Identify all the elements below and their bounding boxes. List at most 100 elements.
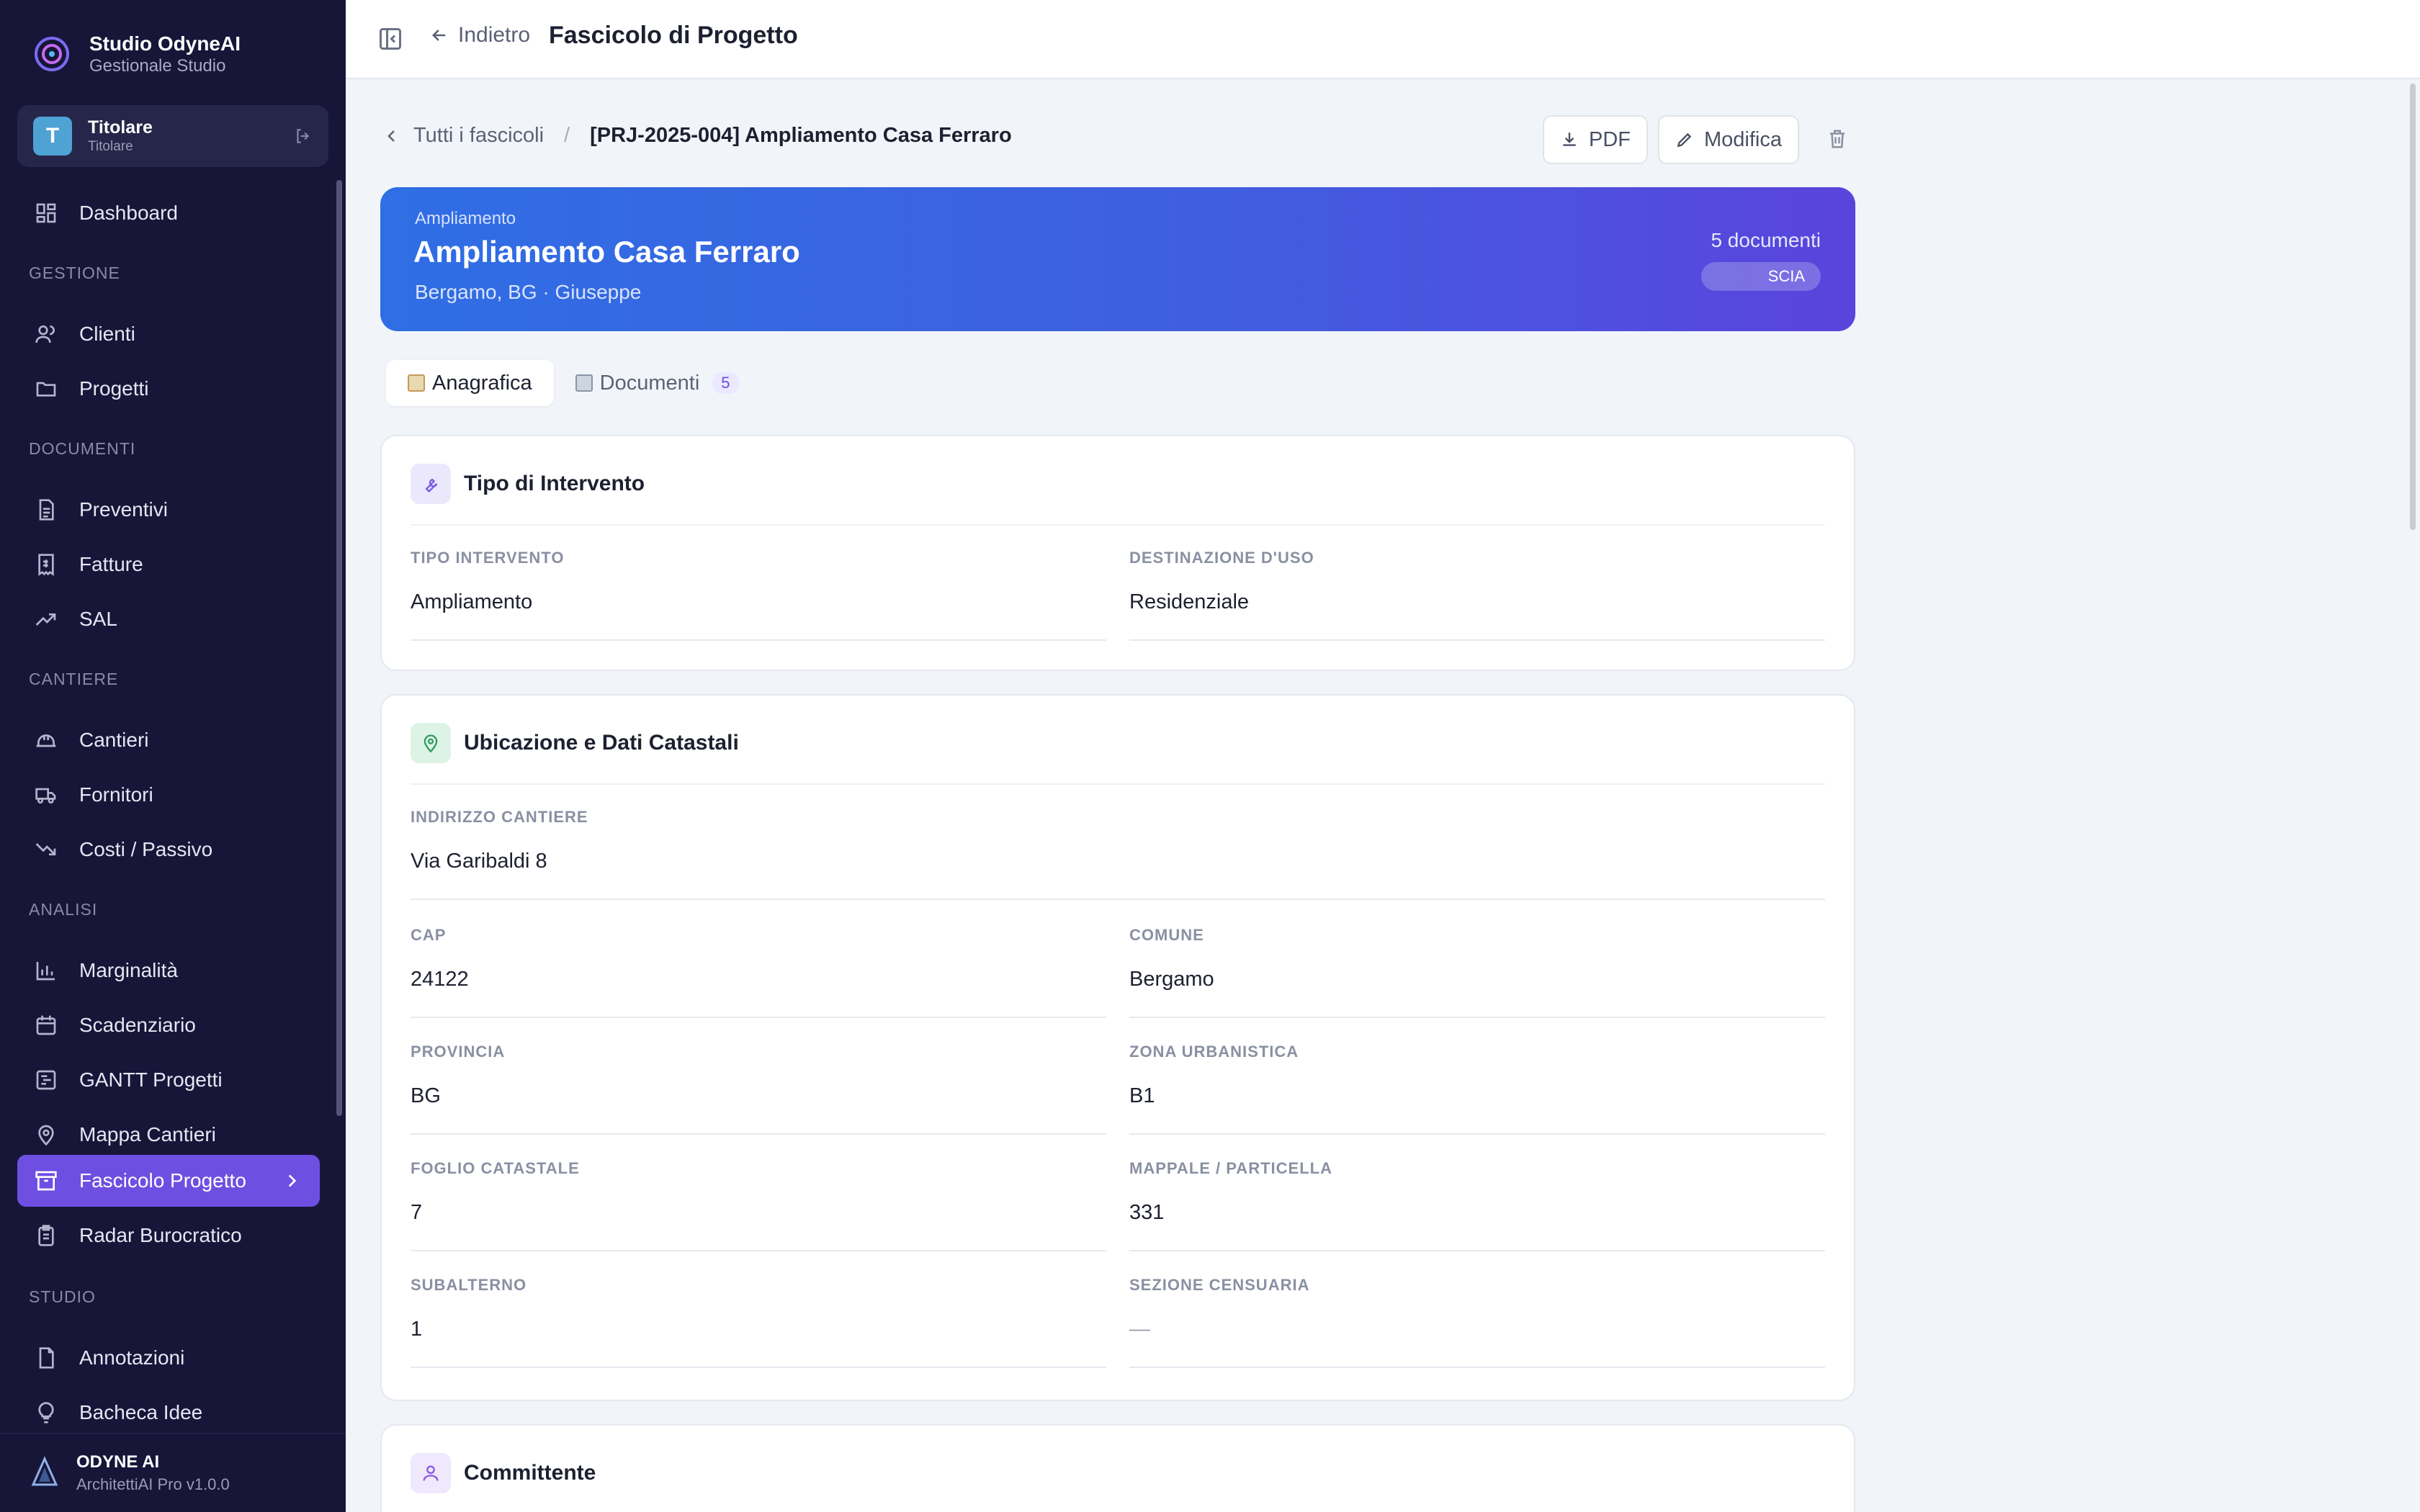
sidebar-scrollbar[interactable] <box>336 180 342 1116</box>
trash-icon[interactable] <box>1827 127 1848 151</box>
project-title: Ampliamento Casa Ferraro <box>413 235 800 269</box>
sidebar-item-progetti[interactable]: Progetti <box>17 363 320 415</box>
sidebar-item-preventivi[interactable]: Preventivi <box>17 484 320 536</box>
logout-icon[interactable] <box>294 127 313 145</box>
odyne-logo-icon <box>31 1455 58 1485</box>
tab-anagrafica[interactable]: Anagrafica <box>386 360 554 406</box>
sidebar-item-label: Preventivi <box>79 498 168 521</box>
field-provincia: PROVINCIA BG <box>411 1043 1106 1135</box>
sidebar-item-label: Progetti <box>79 377 149 400</box>
project-type: Ampliamento <box>415 209 516 228</box>
sidebar-item-label: Cantieri <box>79 729 149 751</box>
users-icon <box>35 325 55 343</box>
sidebar: Studio OdyneAI Gestionale Studio T Titol… <box>0 0 346 1512</box>
sidebar-item-fatture[interactable]: Fatture <box>17 539 320 590</box>
tab-documenti[interactable]: Documenti 5 <box>554 360 761 406</box>
back-button[interactable]: Indietro <box>429 23 530 48</box>
field-comune: COMUNE Bergamo <box>1129 926 1825 1018</box>
file-icon <box>39 1347 54 1369</box>
section-studio: STUDIO <box>29 1287 96 1306</box>
trending-up-icon <box>35 613 56 626</box>
field-subalterno: SUBALTERNO 1 <box>411 1276 1106 1368</box>
pencil-icon <box>1677 132 1692 148</box>
field-cap: CAP 24122 <box>411 926 1106 1018</box>
user-card[interactable]: T Titolare Titolare <box>17 105 328 167</box>
brand: Studio OdyneAI Gestionale Studio <box>33 32 241 76</box>
section-documenti: DOCUMENTI <box>29 439 136 458</box>
sidebar-item-gantt[interactable]: GANTT Progetti <box>17 1054 320 1106</box>
tab-label: Documenti <box>599 371 700 395</box>
edit-label: Modifica <box>1704 127 1782 151</box>
sidebar-item-fascicolo[interactable]: Fascicolo Progetto <box>17 1155 320 1207</box>
sidebar-item-label: Radar Burocratico <box>79 1224 242 1246</box>
sidebar-item-label: Mappa Cantieri <box>79 1123 216 1146</box>
section-gestione: GESTIONE <box>29 264 120 282</box>
sidebar-item-label: Dashboard <box>79 202 178 224</box>
sidebar-item-clienti[interactable]: Clienti <box>17 308 320 360</box>
footer-version: ArchitettiAI Pro v1.0.0 <box>76 1475 230 1493</box>
content-scrollbar[interactable] <box>2410 84 2416 530</box>
avatar: T <box>33 117 72 156</box>
sidebar-item-costi[interactable]: Costi / Passivo <box>17 824 320 876</box>
sidebar-item-cantieri[interactable]: Cantieri <box>17 714 320 766</box>
chevron-left-icon <box>387 130 395 142</box>
field-indirizzo: INDIRIZZO CANTIERE Via Garibaldi 8 <box>411 808 1825 900</box>
field-value: Ampliamento <box>411 590 533 613</box>
committente-card: Committente <box>380 1424 1855 1512</box>
map-pin-icon <box>411 723 451 763</box>
breadcrumb-current: [PRJ-2025-004] Ampliamento Casa Ferraro <box>590 124 1012 147</box>
field-tipo-intervento: TIPO INTERVENTO Ampliamento <box>411 549 1106 641</box>
sidebar-item-label: GANTT Progetti <box>79 1068 223 1091</box>
field-value: 7 <box>411 1201 423 1224</box>
user-role: Titolare <box>88 139 133 154</box>
top-bar: Indietro Fascicolo di Progetto <box>346 0 2420 79</box>
edit-button[interactable]: Modifica <box>1658 115 1799 164</box>
sidebar-toggle-icon[interactable] <box>377 26 403 52</box>
truck-icon <box>35 788 56 804</box>
dashboard-icon <box>36 203 56 223</box>
field-label: CAP <box>411 926 447 944</box>
field-zona: ZONA URBANISTICA B1 <box>1129 1043 1825 1135</box>
brand-subtitle: Gestionale Studio <box>89 56 226 76</box>
field-label: PROVINCIA <box>411 1043 506 1061</box>
field-label: TIPO INTERVENTO <box>411 549 565 567</box>
pdf-button[interactable]: PDF <box>1543 115 1648 164</box>
field-value: 24122 <box>411 968 469 991</box>
sidebar-item-radar[interactable]: Radar Burocratico <box>17 1210 320 1261</box>
sidebar-item-scadenziario[interactable]: Scadenziario <box>17 999 320 1051</box>
sidebar-item-label: Clienti <box>79 323 135 345</box>
sidebar-item-marginalita[interactable]: Marginalità <box>17 945 320 996</box>
section-analisi: ANALISI <box>29 900 98 919</box>
map-pin-icon <box>38 1125 54 1146</box>
sidebar-item-dashboard[interactable]: Dashboard <box>17 187 320 239</box>
field-label: COMUNE <box>1129 926 1204 944</box>
sidebar-item-fornitori[interactable]: Fornitori <box>17 769 320 821</box>
sidebar-item-mappa[interactable]: Mappa Cantieri <box>17 1109 320 1161</box>
sidebar-item-sal[interactable]: SAL <box>17 593 320 645</box>
tabs: Anagrafica Documenti 5 <box>386 360 761 406</box>
sidebar-item-annotazioni[interactable]: Annotazioni <box>17 1332 320 1384</box>
pdf-label: PDF <box>1589 127 1631 151</box>
field-label: FOGLIO CATASTALE <box>411 1159 580 1177</box>
sidebar-item-label: Bacheca Idee <box>79 1401 203 1423</box>
breadcrumb-parent-link[interactable]: Tutti i fascicoli <box>413 124 544 148</box>
field-value: — <box>1129 1318 1150 1341</box>
field-value: Residenziale <box>1129 590 1250 613</box>
wrench-icon <box>411 464 451 504</box>
sidebar-item-label: Costi / Passivo <box>79 838 213 860</box>
file-text-icon <box>39 499 54 521</box>
download-icon <box>1563 132 1576 146</box>
sidebar-item-bacheca[interactable]: Bacheca Idee <box>17 1387 320 1439</box>
archive-icon <box>35 1171 57 1191</box>
breadcrumb-separator: / <box>564 124 570 147</box>
clipboard-icon <box>38 1225 54 1246</box>
sidebar-item-label: Annotazioni <box>79 1346 185 1369</box>
field-value: Via Garibaldi 8 <box>411 850 547 873</box>
breadcrumb: Tutti i fascicoli / [PRJ-2025-004] Ampli… <box>383 124 1012 148</box>
lightbulb-icon <box>38 1402 54 1423</box>
field-label: DESTINAZIONE D'USO <box>1129 549 1314 567</box>
bar-chart-icon <box>36 962 55 981</box>
trending-down-icon <box>35 843 56 855</box>
field-label: MAPPALE / PARTICELLA <box>1129 1159 1332 1177</box>
sidebar-footer: ODYNE AI ArchitettiAI Pro v1.0.0 <box>0 1433 346 1512</box>
